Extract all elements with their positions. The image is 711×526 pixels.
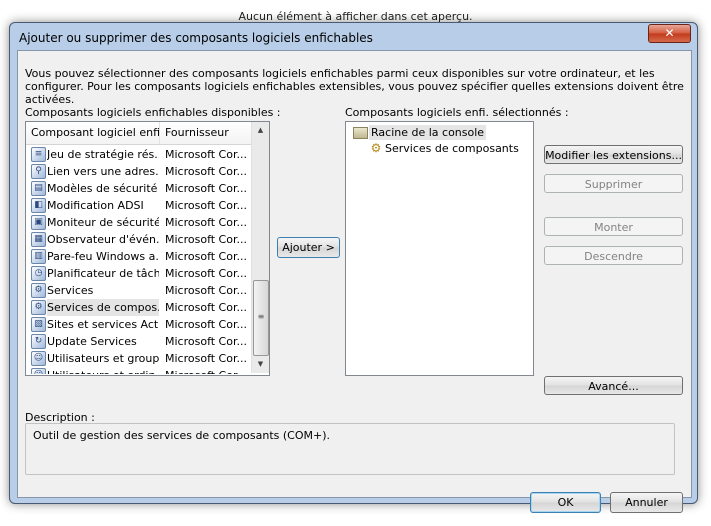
- list-item[interactable]: ☺Utilisateurs et ordin... Microsoft Cor..…: [26, 367, 251, 374]
- list-item-name: Services: [47, 284, 94, 297]
- list-item[interactable]: ⚙ Services de compos... Microsoft Cor...: [26, 299, 251, 316]
- list-item-name: Utilisateurs et ordin...: [47, 367, 159, 374]
- selected-snapins-tree[interactable]: Racine de la console ⚙ Services de compo…: [345, 121, 534, 376]
- selected-snapins-label: Composants logiciels enfi. sélectionnés …: [345, 106, 569, 119]
- list-item-vendor: Microsoft Cor...: [165, 233, 247, 246]
- update-icon: ↻: [31, 334, 46, 349]
- firewall-icon: ▥: [31, 249, 46, 264]
- list-item[interactable]: ▧ Sites et services Act... Microsoft Cor..…: [26, 316, 251, 333]
- cancel-button[interactable]: Annuler: [610, 492, 683, 513]
- description-box: Outil de gestion des services de composa…: [25, 423, 675, 475]
- ok-button[interactable]: OK: [530, 492, 601, 513]
- list-item-name: Sites et services Act...: [47, 318, 159, 331]
- list-item[interactable]: ◷Planificateur de tâches Microsoft Cor...: [26, 265, 251, 282]
- list-item-name: Pare-feu Windows a...: [47, 250, 159, 263]
- list-item[interactable]: ◧ Modification ADSI Microsoft Cor...: [26, 197, 251, 214]
- list-item-name: Update Services: [47, 335, 137, 348]
- list-item-vendor: Microsoft Cor...: [165, 301, 247, 314]
- list-item-vendor: Microsoft Cor...: [165, 318, 247, 331]
- list-item-vendor: Microsoft Cor...: [165, 199, 247, 212]
- scroll-up-arrow-icon[interactable]: ▲: [252, 122, 269, 139]
- list-item-name: Services de compos...: [47, 299, 159, 316]
- snapin-dialog: Ajouter ou supprimer des composants logi…: [9, 22, 698, 513]
- clock-icon: ◷: [31, 266, 46, 281]
- available-snapins-list[interactable]: Composant logiciel enfi... Fournisseur ≡…: [25, 121, 270, 376]
- advanced-button[interactable]: Avancé...: [544, 376, 683, 395]
- remove-button[interactable]: Supprimer: [544, 174, 683, 193]
- list-item-vendor: Microsoft Cor...: [165, 367, 247, 374]
- list-item-vendor: Microsoft Cor...: [165, 352, 247, 365]
- link-icon: ⚲: [31, 164, 46, 179]
- list-item[interactable]: ▥ Pare-feu Windows a... Microsoft Cor...: [26, 248, 251, 265]
- policy-icon: ≡: [31, 147, 46, 162]
- add-button[interactable]: Ajouter >: [277, 237, 340, 258]
- move-down-button[interactable]: Descendre: [544, 246, 683, 265]
- list-item-vendor: Microsoft Cor...: [165, 284, 247, 297]
- list-item[interactable]: ≡ Jeu de stratégie rés... Microsoft Cor...: [26, 146, 251, 163]
- services-icon: ⚙: [31, 283, 46, 298]
- list-header: Composant logiciel enfi... Fournisseur: [26, 122, 251, 145]
- security-template-icon: ▤: [31, 181, 46, 196]
- list-item-vendor: Microsoft Cor...: [165, 182, 247, 195]
- sites-icon: ▧: [31, 317, 46, 332]
- list-item[interactable]: ▦ Observateur d'évén... Microsoft Cor...: [26, 231, 251, 248]
- list-item-vendor: Microsoft Cor...: [165, 165, 247, 178]
- scroll-down-arrow-icon[interactable]: ▼: [252, 356, 269, 373]
- list-item-vendor: Microsoft Cor...: [165, 148, 247, 161]
- security-monitor-icon: ▣: [31, 215, 46, 230]
- component-services-icon: ⚙: [370, 141, 382, 155]
- list-rows: ≡ Jeu de stratégie rés... Microsoft Cor...…: [26, 146, 251, 374]
- move-up-button[interactable]: Monter: [544, 217, 683, 236]
- list-item[interactable]: ⚲ Lien vers une adres... Microsoft Cor...: [26, 163, 251, 180]
- close-icon: ✕: [664, 26, 675, 40]
- list-item[interactable]: ▣ Moniteur de sécurité... Microsoft Cor...: [26, 214, 251, 231]
- event-viewer-icon: ▦: [31, 232, 46, 247]
- description-text: Outil de gestion des services de composa…: [33, 429, 331, 442]
- column-header-vendor[interactable]: Fournisseur: [160, 122, 251, 144]
- list-item-name: Utilisateurs et group...: [47, 352, 159, 365]
- scroll-thumb[interactable]: ≡: [253, 280, 269, 356]
- list-item-vendor: Microsoft Cor...: [165, 335, 247, 348]
- list-item-name: Jeu de stratégie rés...: [47, 148, 159, 161]
- list-item-name: Lien vers une adres...: [47, 165, 159, 178]
- users-computers-icon: ☺: [31, 368, 46, 374]
- list-item-vendor: Microsoft Cor...: [165, 250, 247, 263]
- tree-item-label: Services de composants: [385, 142, 519, 155]
- list-scrollbar[interactable]: ▲ ≡ ▼: [251, 122, 269, 373]
- dialog-client-area: Vous pouvez sélectionner des composants …: [17, 50, 692, 513]
- edit-extensions-button[interactable]: Modifier les extensions...: [544, 145, 683, 164]
- close-button[interactable]: ✕: [648, 24, 691, 43]
- list-item-name: Moniteur de sécurité...: [47, 216, 159, 229]
- list-item-name: Modèles de sécurité: [47, 182, 158, 195]
- folder-icon: [353, 127, 368, 139]
- list-item[interactable]: ▤ Modèles de sécurité Microsoft Cor...: [26, 180, 251, 197]
- tree-item-label: Racine de la console: [369, 125, 487, 140]
- dialog-titlebar: Ajouter ou supprimer des composants logi…: [10, 23, 697, 50]
- column-header-name[interactable]: Composant logiciel enfi...: [26, 122, 160, 144]
- list-item-vendor: Microsoft Cor...: [165, 216, 247, 229]
- list-item-name: Planificateur de tâches: [47, 267, 159, 280]
- dialog-title: Ajouter ou supprimer des composants logi…: [19, 31, 373, 45]
- intro-text: Vous pouvez sélectionner des composants …: [25, 67, 684, 106]
- list-item-vendor: Microsoft Cor...: [165, 267, 247, 280]
- users-icon: ☺: [31, 351, 46, 366]
- list-item[interactable]: ↻ Update Services Microsoft Cor...: [26, 333, 251, 350]
- list-item[interactable]: ⚙ Services Microsoft Cor...: [26, 282, 251, 299]
- list-item-name: Observateur d'évén...: [47, 233, 159, 246]
- list-item[interactable]: ☺ Utilisateurs et group... Microsoft Cor..…: [26, 350, 251, 367]
- component-services-icon: ⚙: [31, 300, 46, 315]
- available-snapins-label: Composants logiciels enfichables disponi…: [25, 106, 281, 119]
- list-item-name: Modification ADSI: [47, 199, 144, 212]
- adsi-icon: ◧: [31, 198, 46, 213]
